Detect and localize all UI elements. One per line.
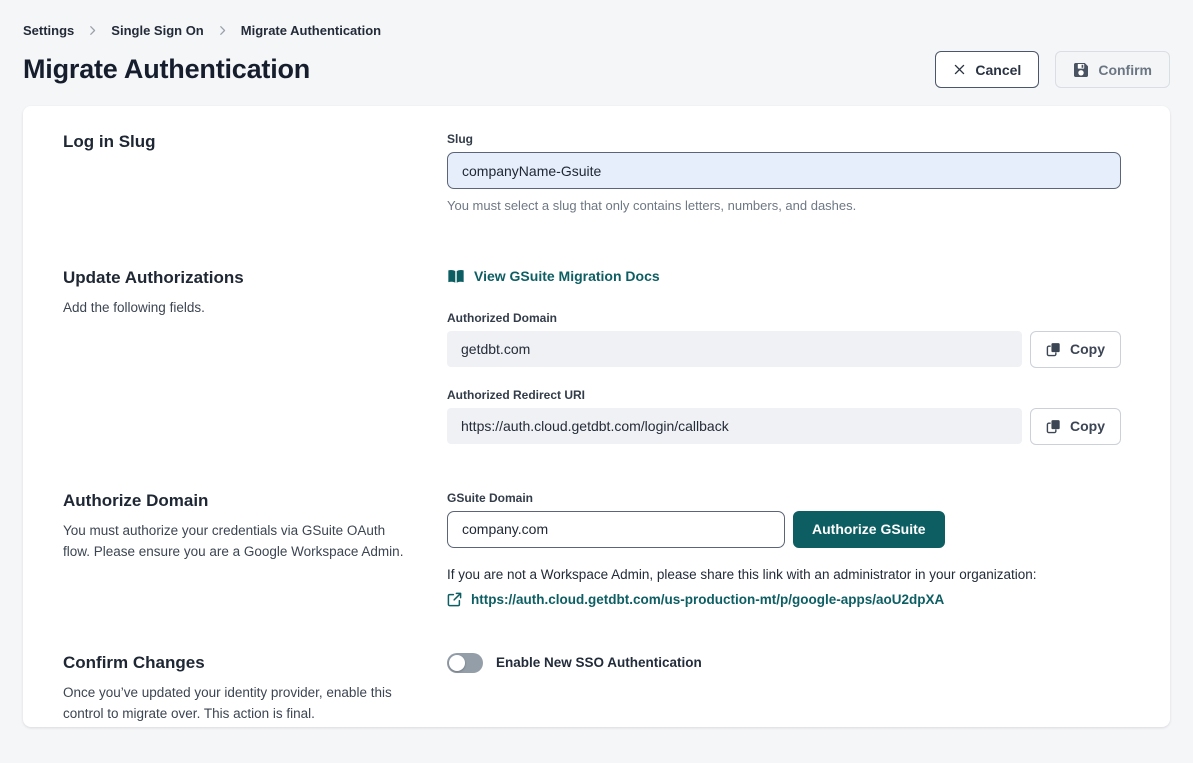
workspace-admin-note: If you are not a Workspace Admin, please… [447, 565, 1121, 585]
authorized-redirect-uri-value: https://auth.cloud.getdbt.com/login/call… [447, 408, 1022, 444]
gsuite-domain-input[interactable] [447, 511, 785, 548]
breadcrumb: Settings Single Sign On Migrate Authenti… [23, 23, 1170, 38]
close-icon [953, 63, 966, 76]
confirm-button-label: Confirm [1098, 62, 1152, 78]
section-authorize-domain: Authorize Domain You must authorize your… [63, 491, 1130, 607]
section-title-authorize-domain: Authorize Domain [63, 491, 417, 511]
book-icon [447, 269, 465, 284]
section-login-slug: Log in Slug Slug You must select a slug … [63, 132, 1130, 213]
breadcrumb-settings[interactable]: Settings [23, 23, 74, 38]
save-icon [1073, 62, 1089, 78]
header-actions: Cancel Confirm [935, 51, 1170, 88]
enable-sso-toggle-row: Enable New SSO Authentication [447, 653, 1121, 673]
section-title-login-slug: Log in Slug [63, 132, 417, 152]
breadcrumb-single-sign-on[interactable]: Single Sign On [111, 23, 203, 38]
section-subtitle-confirm-changes: Once you’ve updated your identity provid… [63, 682, 415, 725]
copy-redirect-uri-button[interactable]: Copy [1030, 408, 1121, 445]
toggle-knob [449, 655, 465, 671]
copy-authorized-domain-button[interactable]: Copy [1030, 331, 1121, 368]
copy-icon [1046, 342, 1061, 357]
admin-share-link[interactable]: https://auth.cloud.getdbt.com/us-product… [471, 592, 944, 607]
confirm-button[interactable]: Confirm [1055, 51, 1170, 88]
migrate-authentication-page: Settings Single Sign On Migrate Authenti… [0, 0, 1193, 727]
gsuite-migration-docs-link-label: View GSuite Migration Docs [474, 268, 660, 284]
section-confirm-changes: Confirm Changes Once you’ve updated your… [63, 653, 1130, 725]
gsuite-domain-label: GSuite Domain [447, 491, 1121, 505]
section-title-update-authorizations: Update Authorizations [63, 268, 417, 288]
cancel-button-label: Cancel [975, 62, 1021, 78]
enable-sso-toggle-label: Enable New SSO Authentication [496, 655, 702, 670]
cancel-button[interactable]: Cancel [935, 51, 1039, 88]
page-header: Migrate Authentication Cancel Confirm [23, 51, 1170, 88]
chevron-right-icon [87, 25, 98, 36]
copy-button-label: Copy [1070, 418, 1105, 434]
settings-card: Log in Slug Slug You must select a slug … [23, 106, 1170, 727]
copy-button-label: Copy [1070, 341, 1105, 357]
authorized-domain-label: Authorized Domain [447, 311, 1121, 325]
chevron-right-icon [217, 25, 228, 36]
section-title-confirm-changes: Confirm Changes [63, 653, 417, 673]
page-title: Migrate Authentication [23, 54, 310, 85]
section-subtitle-authorize-domain: You must authorize your credentials via … [63, 520, 415, 563]
slug-helper-text: You must select a slug that only contain… [447, 198, 1121, 213]
authorized-domain-value: getdbt.com [447, 331, 1022, 367]
breadcrumb-migrate-authentication: Migrate Authentication [241, 23, 381, 38]
gsuite-migration-docs-link[interactable]: View GSuite Migration Docs [447, 268, 660, 284]
slug-label: Slug [447, 132, 1121, 146]
copy-icon [1046, 419, 1061, 434]
section-subtitle-update-authorizations: Add the following fields. [63, 297, 415, 319]
enable-sso-toggle[interactable] [447, 653, 483, 673]
slug-input[interactable] [447, 152, 1121, 189]
authorized-redirect-uri-label: Authorized Redirect URI [447, 388, 1121, 402]
external-link-icon [447, 592, 462, 607]
section-update-authorizations: Update Authorizations Add the following … [63, 268, 1130, 445]
authorize-gsuite-button[interactable]: Authorize GSuite [793, 511, 945, 548]
admin-share-link-row[interactable]: https://auth.cloud.getdbt.com/us-product… [447, 592, 1121, 607]
